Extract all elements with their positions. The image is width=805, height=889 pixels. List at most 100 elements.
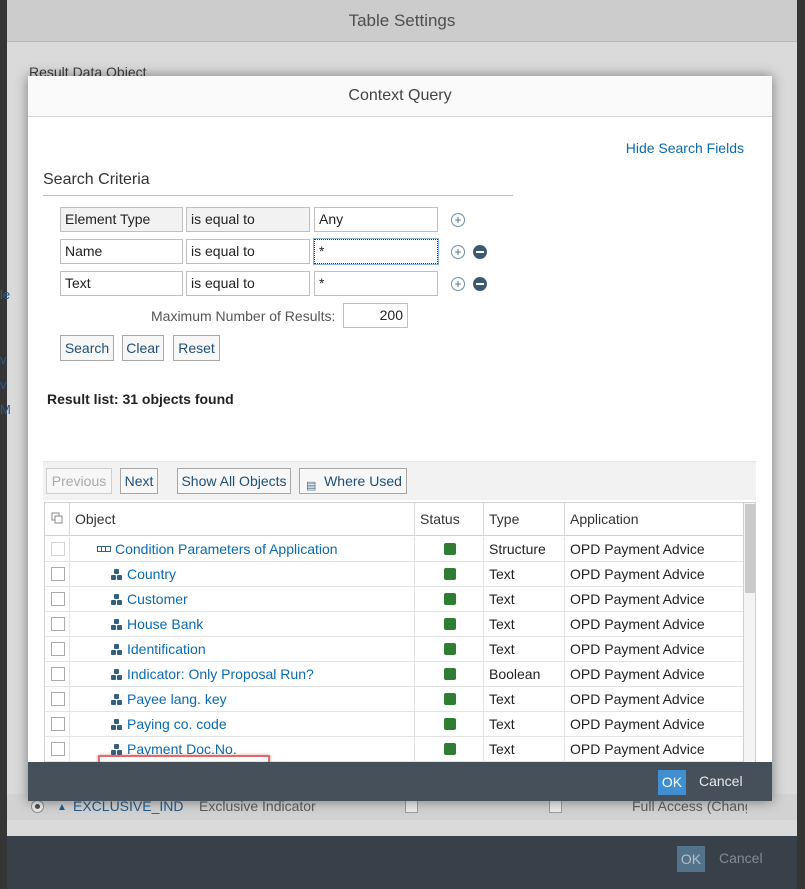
- table-row[interactable]: Payment Doc.No. Text OPD Payment Advice: [45, 737, 743, 762]
- row-application: OPD Payment Advice: [570, 716, 705, 732]
- row-checkbox[interactable]: [51, 617, 65, 631]
- object-link[interactable]: Payee lang. key: [127, 691, 227, 707]
- object-link[interactable]: Indicator: Only Proposal Run?: [127, 666, 314, 682]
- criteria-operator-3[interactable]: is equal to: [186, 271, 310, 296]
- add-criteria-icon[interactable]: +: [451, 245, 465, 259]
- column-header-status[interactable]: Status: [415, 503, 484, 536]
- select-all-icon[interactable]: [45, 503, 70, 536]
- table-row[interactable]: House Bank Text OPD Payment Advice: [45, 612, 743, 637]
- object-link[interactable]: Condition Parameters of Application: [115, 541, 338, 557]
- row-type: Text: [484, 562, 565, 586]
- object-link[interactable]: House Bank: [127, 616, 203, 632]
- row-checkbox[interactable]: [51, 742, 65, 756]
- context-query-dialog: Context Query Hide Search Fields Search …: [28, 76, 772, 801]
- structure-icon: [97, 546, 111, 552]
- element-icon: [111, 744, 123, 755]
- row-checkbox[interactable]: [51, 692, 65, 706]
- object-link[interactable]: Paying co. code: [127, 716, 227, 732]
- column-header-type[interactable]: Type: [484, 503, 565, 536]
- status-active-icon: [444, 593, 456, 605]
- object-link[interactable]: Payment Doc.No.: [127, 741, 237, 757]
- row-application: OPD Payment Advice: [570, 741, 705, 757]
- search-button[interactable]: Search: [60, 335, 114, 361]
- row-application: OPD Payment Advice: [570, 591, 705, 607]
- ok-button[interactable]: OK: [658, 770, 686, 795]
- clear-button[interactable]: Clear: [122, 335, 164, 361]
- hide-search-fields-link[interactable]: Hide Search Fields: [626, 140, 744, 156]
- row-type: Text: [484, 612, 565, 636]
- table-row[interactable]: Payee lang. key Text OPD Payment Advice: [45, 687, 743, 712]
- row-type: Structure: [484, 537, 565, 561]
- row-type: Text: [484, 587, 565, 611]
- criteria-operator-1[interactable]: is equal to: [186, 207, 310, 232]
- element-icon: [111, 569, 123, 580]
- result-table: Object Status Type Application Condition…: [44, 502, 756, 786]
- row-checkbox[interactable]: [51, 592, 65, 606]
- previous-button[interactable]: Previous: [46, 468, 112, 494]
- table-row[interactable]: Indicator: Only Proposal Run? Boolean OPD …: [45, 662, 743, 687]
- dialog-body: Hide Search Fields Search Criteria Eleme…: [28, 117, 772, 796]
- where-used-label: Where Used: [324, 473, 402, 489]
- criteria-field-text[interactable]: Text: [60, 271, 183, 296]
- remove-criteria-icon[interactable]: [473, 277, 487, 291]
- status-active-icon: [444, 643, 456, 655]
- dialog-footer: OK Cancel: [28, 762, 772, 801]
- remove-criteria-icon[interactable]: [473, 245, 487, 259]
- add-criteria-icon[interactable]: +: [451, 277, 465, 291]
- criteria-value-element-type[interactable]: Any: [314, 207, 438, 232]
- status-active-icon: [444, 718, 456, 730]
- row-checkbox[interactable]: [51, 542, 65, 556]
- table-header: Object Status Type Application: [45, 503, 743, 536]
- row-checkbox[interactable]: [51, 667, 65, 681]
- row-checkbox[interactable]: [51, 717, 65, 731]
- table-row[interactable]: Condition Parameters of Application Struc…: [45, 537, 743, 562]
- element-icon: [111, 594, 123, 605]
- where-used-button[interactable]: ▤ Where Used: [299, 468, 407, 494]
- criteria-field-name[interactable]: Name: [60, 239, 183, 264]
- status-active-icon: [444, 668, 456, 680]
- reset-button[interactable]: Reset: [173, 335, 220, 361]
- scrollbar-thumb[interactable]: [745, 504, 755, 593]
- row-application: OPD Payment Advice: [570, 641, 705, 657]
- row-application: OPD Payment Advice: [570, 541, 705, 557]
- table-row[interactable]: Paying co. code Text OPD Payment Advice: [45, 712, 743, 737]
- add-criteria-icon[interactable]: +: [451, 213, 465, 227]
- row-type: Text: [484, 637, 565, 661]
- status-active-icon: [444, 568, 456, 580]
- show-all-objects-button[interactable]: Show All Objects: [177, 468, 291, 494]
- row-application: OPD Payment Advice: [570, 616, 705, 632]
- result-count: Result list: 31 objects found: [47, 391, 234, 407]
- object-link[interactable]: Identification: [127, 641, 206, 657]
- row-checkbox[interactable]: [51, 567, 65, 581]
- object-link[interactable]: Country: [127, 566, 176, 582]
- table-scrollbar[interactable]: [743, 503, 755, 785]
- row-type: Text: [484, 687, 565, 711]
- max-results-input[interactable]: 200: [343, 303, 408, 328]
- table-row[interactable]: Country Text OPD Payment Advice: [45, 562, 743, 587]
- table-row[interactable]: Identification Text OPD Payment Advice: [45, 637, 743, 662]
- row-application: OPD Payment Advice: [570, 666, 705, 682]
- next-button[interactable]: Next: [120, 468, 158, 494]
- status-active-icon: [444, 743, 456, 755]
- row-checkbox[interactable]: [51, 642, 65, 656]
- row-type: Boolean: [484, 662, 565, 686]
- object-link[interactable]: Customer: [127, 591, 188, 607]
- table-row[interactable]: Customer Text OPD Payment Advice: [45, 587, 743, 612]
- row-type: Text: [484, 737, 565, 761]
- cancel-button[interactable]: Cancel: [699, 773, 743, 789]
- element-icon: [111, 644, 123, 655]
- element-icon: [111, 694, 123, 705]
- status-active-icon: [444, 693, 456, 705]
- row-type: Text: [484, 712, 565, 736]
- criteria-value-name[interactable]: *: [313, 238, 439, 265]
- column-header-object[interactable]: Object: [70, 503, 415, 536]
- status-active-icon: [444, 543, 456, 555]
- criteria-operator-2[interactable]: is equal to: [186, 239, 310, 264]
- result-toolbar: Previous Next Show All Objects ▤ Where U…: [43, 461, 756, 500]
- column-header-application[interactable]: Application: [565, 503, 743, 536]
- where-used-icon: ▤: [306, 480, 317, 492]
- element-icon: [111, 619, 123, 630]
- element-icon: [111, 719, 123, 730]
- criteria-value-text[interactable]: *: [314, 271, 438, 296]
- status-active-icon: [444, 618, 456, 630]
